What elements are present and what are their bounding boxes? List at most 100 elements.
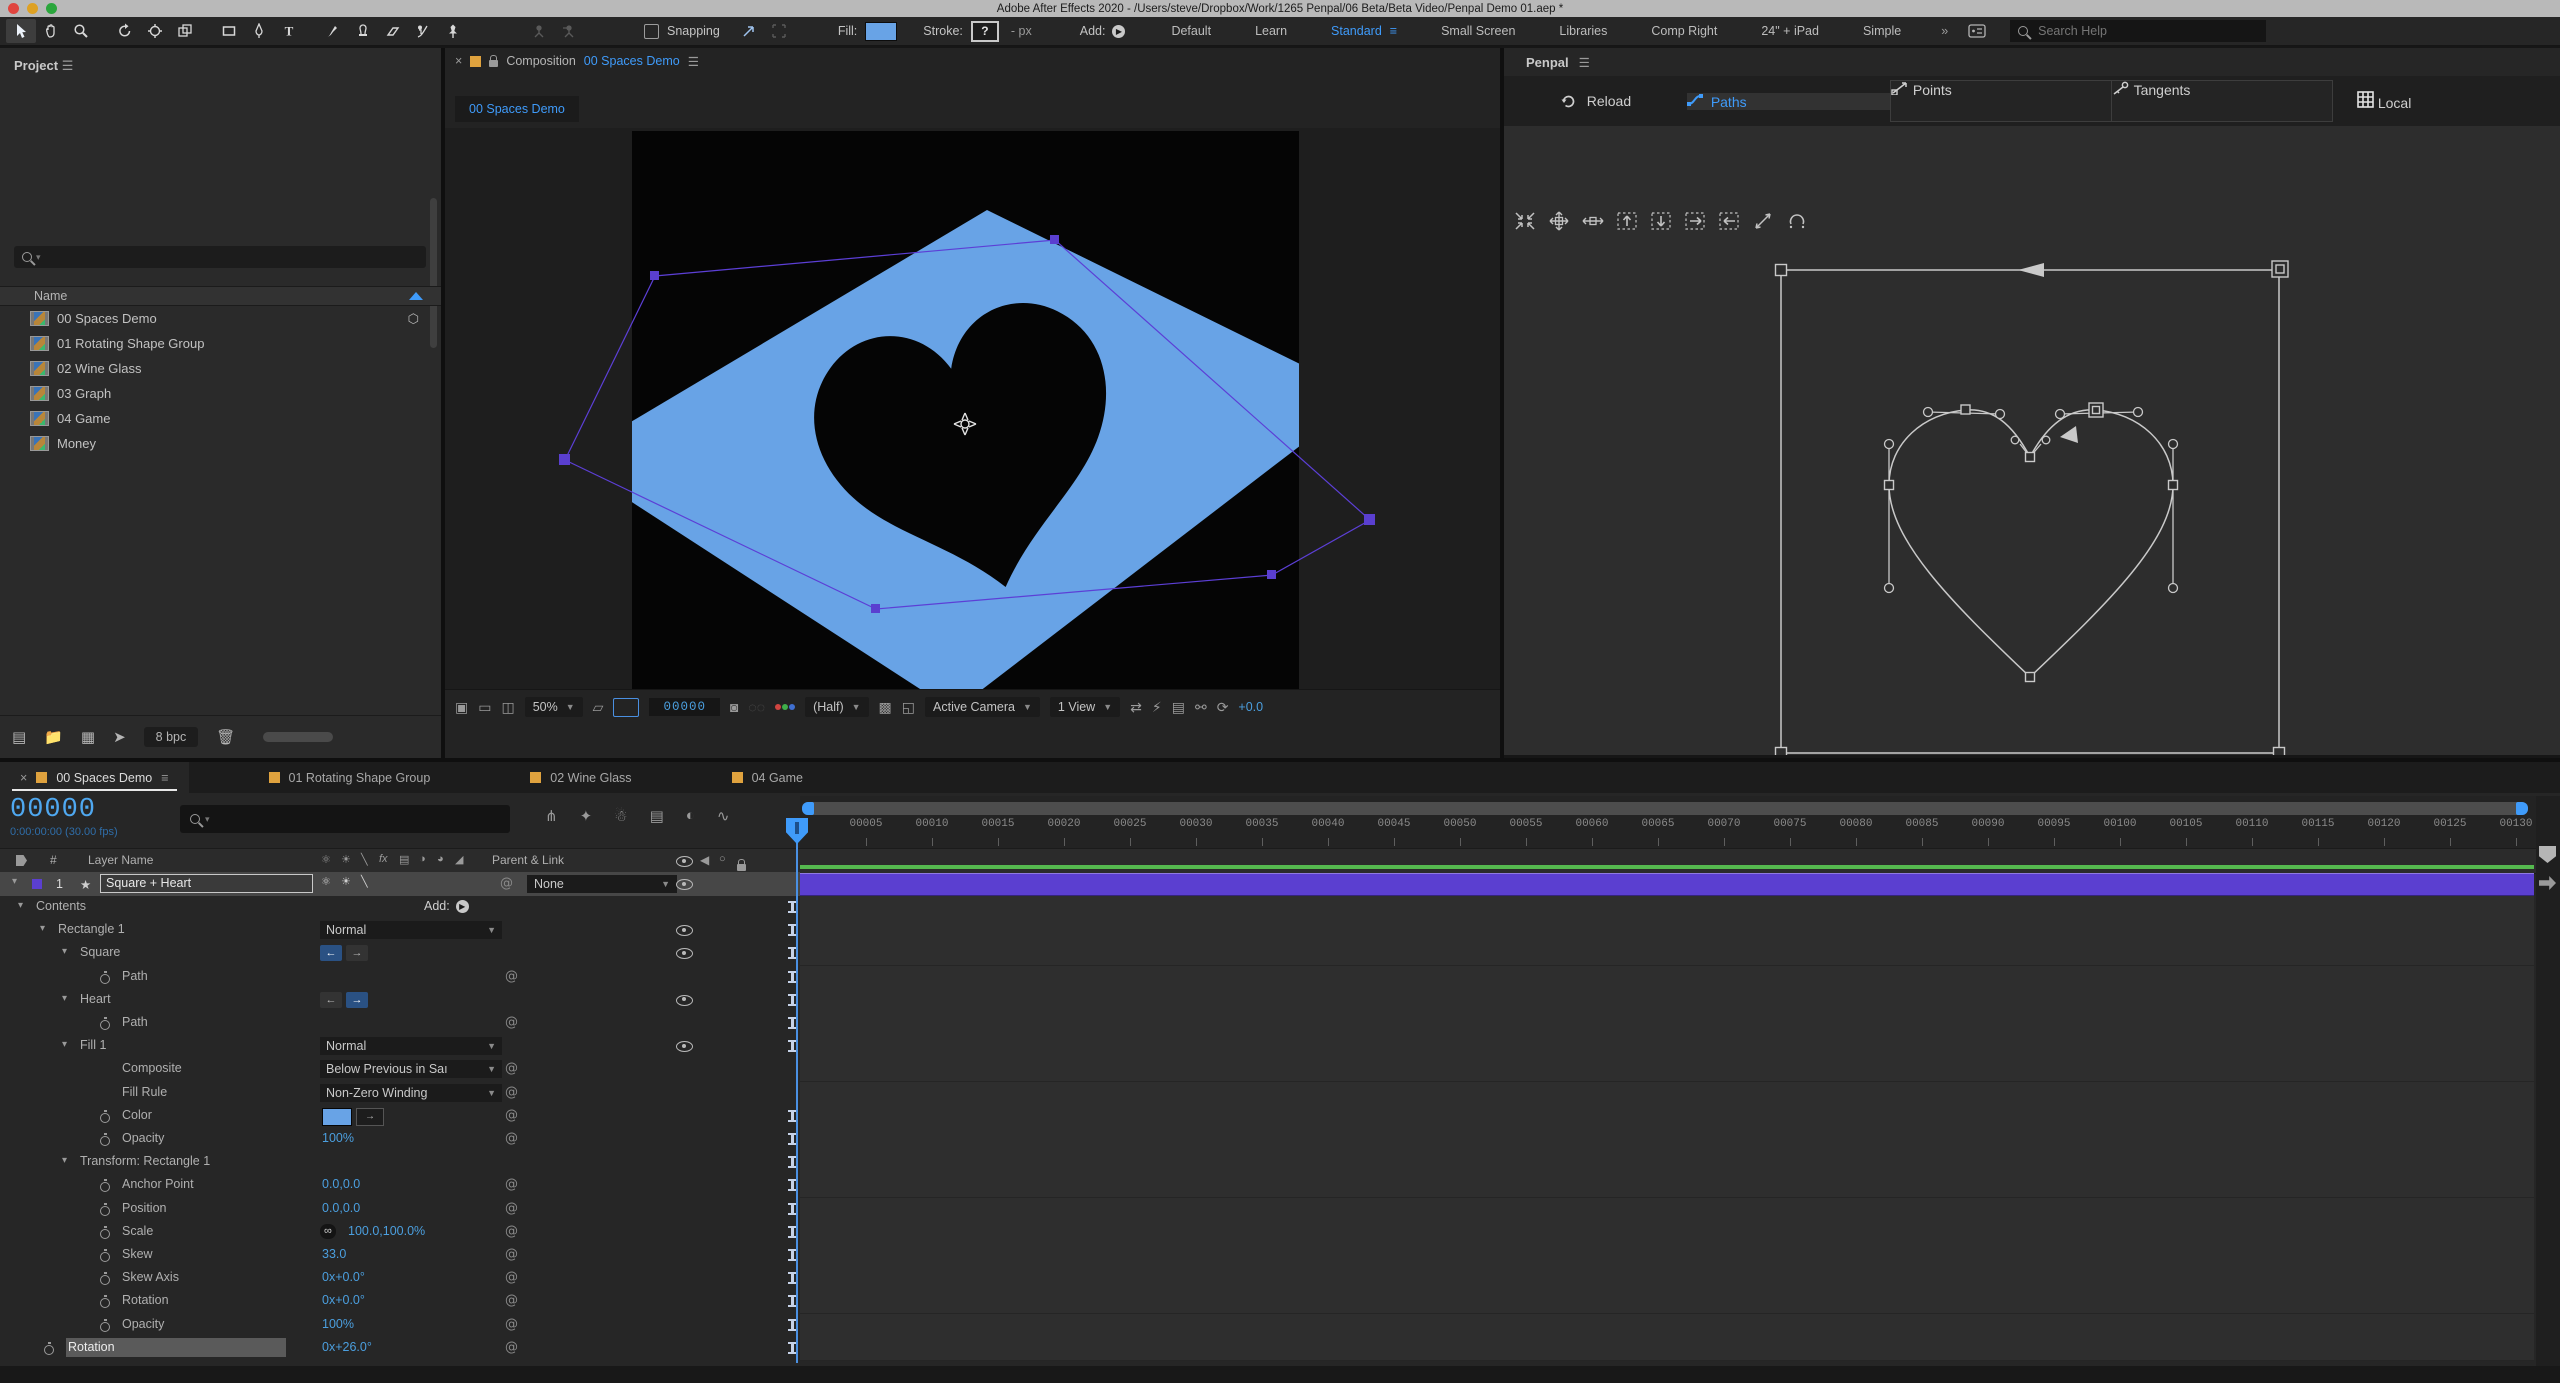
move-horizontal-icon[interactable] (1580, 208, 1606, 234)
property-label[interactable]: Fill Rule (122, 1085, 167, 1099)
stopwatch-icon[interactable] (100, 1017, 110, 1030)
help-search-field[interactable] (2010, 20, 2267, 42)
safe-zones-icon[interactable]: ▱ (593, 699, 604, 716)
property-label[interactable]: Heart (80, 992, 111, 1006)
delete-icon[interactable]: 🗑 (216, 728, 235, 746)
comp-button-icon[interactable] (2539, 876, 2556, 890)
property-label[interactable]: Anchor Point (122, 1177, 194, 1191)
property-row[interactable]: Rotation 0x+26.0° @ (0, 1337, 800, 1360)
help-search-input[interactable] (2036, 23, 2211, 39)
stopwatch-icon[interactable] (100, 1295, 110, 1309)
timeline-tab[interactable]: 02 Wine Glass (510, 762, 651, 793)
visibility-toggle[interactable] (676, 1041, 693, 1055)
property-label[interactable]: Path (122, 1015, 148, 1029)
property-row[interactable]: ▾ Heart ← → (0, 989, 800, 1012)
path-in-button[interactable]: ← (320, 991, 342, 1008)
track-row[interactable] (788, 919, 2534, 944)
snap-arrow-icon[interactable] (734, 19, 764, 43)
snap-grid-icon[interactable] (764, 19, 794, 43)
property-row[interactable]: ▾ Square ← → (0, 942, 800, 965)
pickwhip-icon[interactable]: @ (505, 1201, 518, 1216)
visibility-toggle[interactable] (676, 925, 693, 939)
hide-shy-layers-icon[interactable]: ☃ (614, 807, 627, 825)
property-label[interactable]: Color (122, 1108, 152, 1122)
clone-stamp-tool[interactable] (348, 19, 378, 43)
brush-tool[interactable] (318, 19, 348, 43)
workspace-item[interactable]: 24" + iPad (1761, 24, 1819, 38)
search-options-caret[interactable]: ▾ (205, 814, 210, 825)
add-button[interactable]: ▶ (455, 899, 469, 913)
adjustment-column-icon[interactable]: ◕ (437, 853, 444, 865)
pickwhip-icon[interactable]: @ (505, 1015, 518, 1030)
project-item[interactable]: 03 Graph (0, 381, 441, 406)
exposure-value[interactable]: +0.0 (1238, 700, 1263, 714)
layer-shy-switch[interactable]: ⚛ (321, 875, 331, 888)
project-item[interactable]: 02 Wine Glass (0, 356, 441, 381)
snapshot-icon[interactable]: ◙ (730, 699, 738, 715)
property-row[interactable]: Color → @ (0, 1105, 800, 1128)
expand-right-icon[interactable] (1682, 208, 1708, 234)
viewer-frame-readout[interactable]: 00000 (649, 698, 720, 716)
layer-duration-bar[interactable] (800, 873, 2534, 897)
property-row[interactable]: Path @ (0, 1012, 800, 1035)
transparency-grid-icon[interactable]: ▩ (879, 699, 892, 716)
shy-column-icon[interactable]: ⚛ (321, 853, 331, 866)
show-snapshot-icon[interactable]: ◌◌ (748, 699, 765, 715)
stopwatch-icon[interactable] (100, 1249, 110, 1262)
property-row[interactable]: Skew Axis 0x+0.0° @ (0, 1267, 800, 1290)
stroke-width-value[interactable]: - px (1011, 24, 1032, 38)
property-label[interactable]: Contents (36, 899, 86, 913)
parent-dropdown[interactable]: None ▼ (527, 875, 677, 893)
property-row[interactable]: Scale ∞ 100.0,100.0% @ (0, 1221, 800, 1244)
composition-viewer[interactable]: ▣ ▭ ◫ 50% ▼ ▱ 00000 ◙ ◌◌ (Half) ▼ ▩ ◱ Acti… (445, 128, 1501, 724)
track-row[interactable] (788, 942, 2534, 967)
workspace-overflow-button[interactable]: » (1941, 24, 1948, 38)
layer-video-switch[interactable] (676, 879, 693, 893)
stopwatch-icon[interactable] (100, 1225, 110, 1239)
magnification-icon[interactable]: ◫ (501, 699, 514, 716)
draft-3d-icon[interactable]: ✦ (580, 807, 593, 825)
fill-color-swatch[interactable] (865, 21, 898, 41)
resolution-dropdown[interactable]: (Half) ▼ (805, 697, 869, 717)
close-icon[interactable]: × (20, 771, 27, 785)
track-row[interactable] (788, 1035, 2534, 1060)
visibility-toggle[interactable] (676, 994, 693, 1009)
frame-blending-icon[interactable]: ▤ (650, 807, 664, 825)
current-time-display[interactable]: 00000 (10, 795, 96, 825)
frame-blend-column-icon[interactable]: ▤ (399, 853, 409, 866)
move-points-icon[interactable] (1546, 208, 1572, 234)
property-value[interactable]: 0x+0.0° (322, 1293, 365, 1307)
roto-brush-tool[interactable] (408, 19, 438, 43)
project-hscrollbar[interactable] (263, 732, 334, 742)
zoom-tool[interactable] (66, 19, 96, 43)
property-row[interactable]: Fill Rule Non-Zero Winding ▼ @ (0, 1082, 800, 1105)
layer-name-column-header[interactable]: Layer Name (88, 853, 153, 867)
expand-top-icon[interactable] (1614, 208, 1640, 234)
pickwhip-icon[interactable]: @ (505, 1061, 518, 1076)
twirl-icon[interactable]: ▾ (62, 1039, 67, 1050)
expand-bottom-icon[interactable] (1648, 208, 1674, 234)
property-row[interactable]: ▾ Contents Add: ▶ (0, 896, 800, 919)
property-label[interactable]: Opacity (122, 1317, 164, 1331)
track-row[interactable] (788, 1012, 2534, 1036)
add-property-control[interactable]: Add: ▶ (424, 899, 469, 913)
property-dropdown[interactable]: Normal ▼ (320, 1037, 502, 1056)
property-label[interactable]: Square (80, 945, 120, 959)
mask-visibility-icon[interactable]: ◱ (902, 699, 915, 716)
slide-tangents-icon[interactable] (1750, 208, 1776, 234)
workspace-item[interactable]: Libraries (1559, 24, 1607, 38)
tab-paths[interactable]: Paths (1686, 92, 1890, 110)
property-label[interactable]: Rotation (122, 1293, 169, 1307)
property-value[interactable]: 100% (322, 1317, 354, 1331)
panel-divider[interactable] (1500, 48, 1504, 758)
pixel-aspect-icon[interactable]: ⇄ (1130, 699, 1142, 716)
collapse-column-icon[interactable]: ☀ (341, 853, 351, 866)
twirl-icon[interactable]: ▾ (62, 1155, 67, 1166)
video-column-icon[interactable] (676, 856, 693, 870)
workspace-item[interactable]: Simple (1863, 24, 1901, 38)
twirl-icon[interactable]: ▾ (62, 993, 67, 1004)
show-channel-icon[interactable] (775, 704, 796, 710)
close-icon[interactable]: × (455, 54, 462, 68)
workspace-item[interactable]: Comp Right (1651, 24, 1717, 38)
type-tool[interactable]: T (274, 19, 304, 43)
